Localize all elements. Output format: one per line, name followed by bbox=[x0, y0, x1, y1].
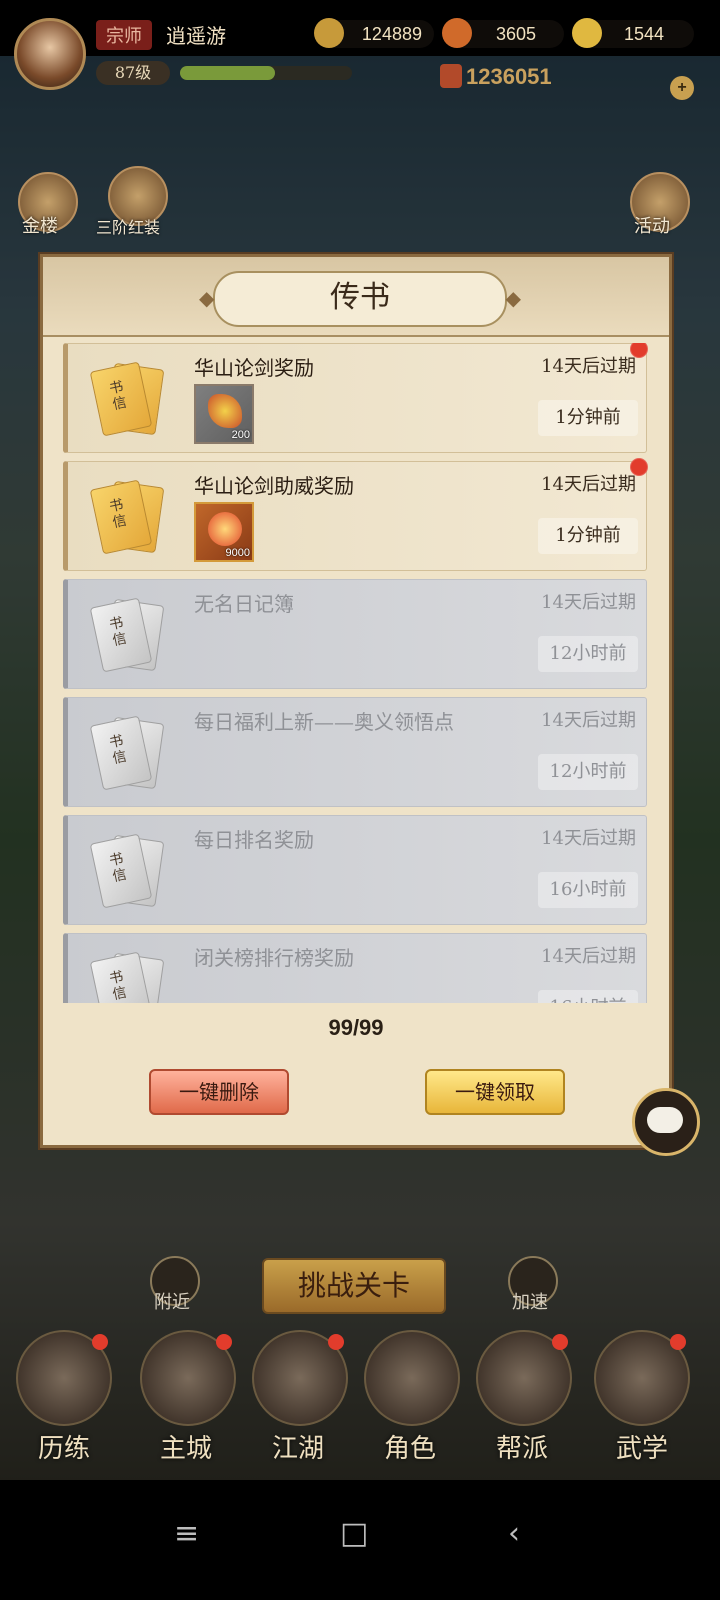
letter-icon: 书信 bbox=[89, 833, 165, 909]
tab-main-city-icon[interactable] bbox=[140, 1330, 236, 1426]
notification-dot bbox=[216, 1334, 232, 1350]
mail-expire: 14天后过期 bbox=[541, 946, 636, 967]
gold-ingot-icon bbox=[572, 18, 602, 48]
power-icon bbox=[440, 64, 462, 88]
mail-time: 1分钟前 bbox=[538, 400, 638, 436]
reward-item-flower-icon[interactable]: 9000 bbox=[194, 502, 254, 562]
mail-count: 99/99 bbox=[328, 1015, 384, 1040]
player-avatar[interactable] bbox=[14, 18, 86, 90]
coins-counter[interactable]: 124889 bbox=[314, 18, 434, 48]
menu-icon[interactable]: ≡ bbox=[174, 1516, 199, 1551]
mail-item[interactable]: 书信 每日福利上新——奥义领悟点 14天后过期 12小时前 bbox=[63, 697, 647, 807]
tab-label-jianghu: 江湖 bbox=[271, 1434, 324, 1464]
tab-character-icon[interactable] bbox=[364, 1330, 460, 1426]
modal-header: 传书 bbox=[43, 257, 669, 337]
mail-time: 12小时前 bbox=[538, 754, 638, 790]
mail-time: 16小时前 bbox=[538, 872, 638, 908]
mail-time: 16小时前 bbox=[538, 990, 638, 1003]
side-label-gold-tower: 金楼 bbox=[22, 216, 58, 237]
tab-jianghu-icon[interactable] bbox=[252, 1330, 348, 1426]
ingots-value: 1544 bbox=[623, 24, 664, 44]
mail-item[interactable]: 书信 华山论剑助威奖励 14天后过期 9000 1分钟前 bbox=[63, 458, 648, 571]
tab-label-training: 历练 bbox=[37, 1434, 90, 1464]
tab-guild-icon[interactable] bbox=[476, 1330, 572, 1426]
notification-dot bbox=[670, 1334, 686, 1350]
mail-title: 闭关榜排行榜奖励 bbox=[194, 946, 354, 970]
tab-label-martial-arts: 武学 bbox=[615, 1434, 668, 1464]
rubies-value: 3605 bbox=[495, 24, 536, 44]
mail-item[interactable]: 书信 闭关榜排行榜奖励 14天后过期 16小时前 bbox=[63, 933, 647, 1003]
coins-value: 124889 bbox=[361, 24, 422, 44]
claim-all-button[interactable]: 一键领取 bbox=[425, 1069, 565, 1115]
back-icon[interactable]: ‹ bbox=[508, 1516, 520, 1551]
tab-label-guild: 帮派 bbox=[495, 1434, 548, 1464]
mail-item[interactable]: 书信 华山论剑奖励 14天后过期 200 1分钟前 bbox=[63, 343, 648, 453]
add-currency-button[interactable]: + bbox=[670, 76, 694, 100]
chat-icon[interactable] bbox=[632, 1088, 700, 1156]
mail-expire: 14天后过期 bbox=[541, 710, 636, 731]
mail-expire: 14天后过期 bbox=[541, 474, 636, 495]
side-label-event: 活动 bbox=[634, 216, 670, 237]
letter-icon: 书信 bbox=[89, 597, 165, 673]
reward-count: 9000 bbox=[225, 547, 250, 559]
mail-title: 华山论剑奖励 bbox=[194, 356, 314, 380]
tab-martial-arts-icon[interactable] bbox=[594, 1330, 690, 1426]
unread-dot bbox=[630, 458, 648, 476]
nearby-label: 附近 bbox=[154, 1292, 190, 1313]
rubies-counter[interactable]: 3605 bbox=[442, 18, 564, 48]
system-nav-bar: ≡ □ ‹ bbox=[0, 1480, 720, 1600]
tab-label-main-city: 主城 bbox=[159, 1434, 212, 1464]
mail-expire: 14天后过期 bbox=[541, 828, 636, 849]
mail-modal: 传书 书信 华山论剑奖励 14天后过期 200 1分钟前 书信 华山论剑助威奖励… bbox=[40, 254, 672, 1148]
notification-dot bbox=[328, 1334, 344, 1350]
mail-time: 1分钟前 bbox=[538, 518, 638, 554]
modal-title: 传书 bbox=[199, 271, 521, 327]
mail-title: 华山论剑助威奖励 bbox=[194, 474, 354, 498]
exp-bar-fill bbox=[180, 66, 275, 80]
reward-item-flag-icon[interactable]: 200 bbox=[194, 384, 254, 444]
challenge-stage-button[interactable]: 挑战关卡 bbox=[262, 1258, 446, 1314]
exp-bar bbox=[180, 66, 352, 80]
level-badge: 87级 bbox=[96, 61, 170, 85]
tab-training-icon[interactable] bbox=[16, 1330, 112, 1426]
notification-dot bbox=[552, 1334, 568, 1350]
player-name: 逍遥游 bbox=[166, 24, 226, 48]
tab-label-character: 角色 bbox=[383, 1434, 436, 1464]
mail-title: 无名日记簿 bbox=[194, 592, 294, 616]
reward-count: 200 bbox=[231, 429, 250, 441]
home-icon[interactable]: □ bbox=[340, 1516, 368, 1551]
side-label-red-gear: 三阶红装 bbox=[96, 218, 161, 237]
ingots-counter[interactable]: 1544 bbox=[572, 18, 694, 48]
mail-title: 每日福利上新——奥义领悟点 bbox=[194, 710, 454, 734]
unread-dot bbox=[630, 343, 648, 358]
letter-icon: 书信 bbox=[89, 951, 165, 1003]
mail-list[interactable]: 书信 华山论剑奖励 14天后过期 200 1分钟前 书信 华山论剑助威奖励 14… bbox=[63, 343, 649, 1003]
delete-all-button[interactable]: 一键删除 bbox=[149, 1069, 289, 1115]
mail-expire: 14天后过期 bbox=[541, 592, 636, 613]
letter-icon: 书信 bbox=[89, 715, 165, 791]
letter-icon: 书信 bbox=[89, 479, 165, 555]
rank-badge: 宗师 bbox=[96, 20, 152, 50]
mail-title: 每日排名奖励 bbox=[194, 828, 314, 852]
mail-item[interactable]: 书信 无名日记簿 14天后过期 12小时前 bbox=[63, 579, 647, 689]
speedup-label: 加速 bbox=[512, 1292, 548, 1313]
combat-power: 1236051 bbox=[440, 64, 552, 90]
notification-dot bbox=[92, 1334, 108, 1350]
mail-item[interactable]: 书信 每日排名奖励 14天后过期 16小时前 bbox=[63, 815, 647, 925]
letter-icon: 书信 bbox=[89, 361, 165, 437]
mail-expire: 14天后过期 bbox=[541, 356, 636, 377]
ruby-icon bbox=[442, 18, 472, 48]
coin-icon bbox=[314, 18, 344, 48]
mail-time: 12小时前 bbox=[538, 636, 638, 672]
